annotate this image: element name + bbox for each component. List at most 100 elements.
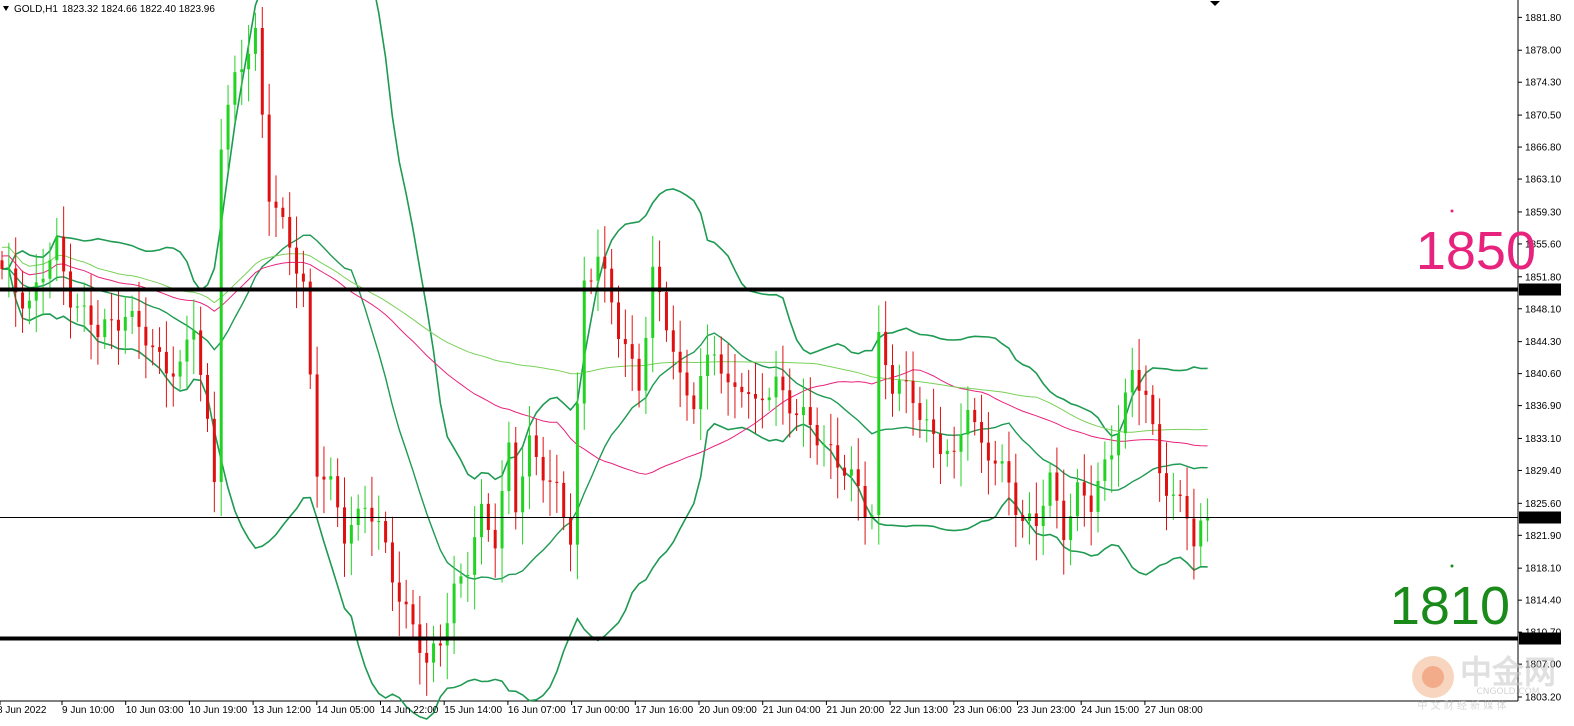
y-tick-label: 1866.80 bbox=[1525, 143, 1562, 154]
candle-body bbox=[247, 53, 251, 70]
candle-body bbox=[1110, 455, 1114, 460]
candle-body bbox=[863, 486, 867, 518]
candle-body bbox=[712, 354, 716, 356]
y-tick-label: 1829.40 bbox=[1525, 466, 1562, 477]
candle-body bbox=[856, 469, 860, 487]
candle-body bbox=[1178, 494, 1182, 496]
x-tick-label: 23 Jun 23:00 bbox=[1018, 705, 1076, 716]
candle-body bbox=[253, 27, 257, 54]
x-tick-label: 15 Jun 14:00 bbox=[444, 705, 502, 716]
candle-body bbox=[1185, 495, 1189, 519]
candle-body bbox=[89, 305, 93, 325]
candle-body bbox=[829, 444, 833, 446]
candle-body bbox=[507, 442, 511, 492]
candle-body bbox=[781, 376, 785, 391]
candle-body bbox=[980, 422, 984, 443]
candle-body bbox=[815, 424, 819, 446]
candle-body bbox=[0, 260, 4, 269]
price-chart[interactable]: 1850.371823.961810.01 1881.801878.001874… bbox=[0, 0, 1574, 726]
candle-body bbox=[719, 354, 723, 374]
candle-body bbox=[267, 114, 271, 202]
candle-body bbox=[110, 319, 114, 321]
candle-body bbox=[754, 394, 757, 399]
lower-level-label: 1810 bbox=[1390, 576, 1510, 636]
candle-body bbox=[432, 643, 436, 663]
candle-body bbox=[1137, 369, 1141, 391]
y-tick-label: 1878.00 bbox=[1525, 46, 1562, 57]
candle-body bbox=[699, 376, 703, 410]
candle-body bbox=[377, 521, 381, 523]
candle-body bbox=[55, 236, 59, 261]
y-tick-label: 1818.10 bbox=[1525, 564, 1562, 575]
candle-body bbox=[1151, 394, 1155, 425]
candle-body bbox=[740, 386, 744, 393]
candle-body bbox=[445, 623, 449, 646]
candle-body bbox=[966, 409, 970, 435]
y-tick-label: 1848.10 bbox=[1525, 304, 1562, 315]
candle-body bbox=[41, 278, 45, 283]
price-tag-label: 1823.96 bbox=[1522, 513, 1559, 524]
candle-body bbox=[315, 374, 319, 477]
candle-body bbox=[596, 256, 600, 281]
candle-body bbox=[260, 27, 264, 115]
candle-body bbox=[206, 374, 209, 419]
candle-body bbox=[1000, 461, 1004, 464]
candle-body bbox=[774, 376, 778, 398]
candle-body bbox=[671, 330, 675, 352]
candle-body bbox=[363, 507, 367, 509]
candle-body bbox=[486, 503, 490, 530]
candle-body bbox=[288, 216, 292, 248]
candle-body bbox=[480, 503, 483, 538]
candle-body bbox=[623, 339, 627, 345]
candle-body bbox=[123, 316, 127, 331]
candle-body bbox=[630, 344, 634, 359]
candle-body bbox=[96, 324, 100, 338]
candle-body bbox=[891, 365, 894, 394]
candle-body bbox=[185, 339, 189, 362]
watermark-site: CNGOLD.COM bbox=[1476, 687, 1539, 697]
y-tick-label: 1836.90 bbox=[1525, 401, 1562, 412]
candle-body bbox=[1165, 473, 1168, 496]
x-tick-label: 9 Jun 10:00 bbox=[62, 705, 115, 716]
candle-body bbox=[527, 435, 531, 477]
price-tag-label: 1850.37 bbox=[1522, 285, 1559, 296]
candle-body bbox=[281, 207, 285, 217]
candle-body bbox=[425, 652, 429, 663]
candle-body bbox=[1014, 482, 1018, 515]
candle-body bbox=[904, 380, 908, 382]
y-tick-label: 1859.30 bbox=[1525, 207, 1562, 218]
ohlc-values: 1823.32 1824.66 1822.40 1823.96 bbox=[62, 4, 215, 15]
x-tick-label: 24 Jun 15:00 bbox=[1081, 705, 1139, 716]
candle-body bbox=[1117, 433, 1121, 456]
candle-body bbox=[843, 467, 847, 476]
candle-body bbox=[27, 300, 31, 309]
candle-body bbox=[48, 260, 52, 279]
y-tick-label: 1840.60 bbox=[1525, 369, 1562, 380]
candle-body bbox=[733, 382, 737, 387]
candle-body bbox=[541, 456, 545, 481]
candle-body bbox=[301, 273, 305, 282]
candle-body bbox=[21, 292, 25, 309]
x-tick-label: 14 Jun 05:00 bbox=[317, 705, 375, 716]
x-tick-label: 10 Jun 19:00 bbox=[189, 705, 247, 716]
candle-body bbox=[1055, 472, 1059, 501]
x-tick-label: 22 Jun 13:00 bbox=[890, 705, 948, 716]
candle-body bbox=[116, 319, 120, 331]
candle-body bbox=[973, 409, 977, 423]
candle-body bbox=[82, 305, 86, 307]
candle-body bbox=[349, 524, 353, 544]
candle-body bbox=[945, 450, 949, 455]
symbol-timeframe: GOLD,H1 bbox=[14, 4, 58, 15]
candle-body bbox=[151, 345, 155, 348]
y-tick-label: 1844.30 bbox=[1525, 337, 1562, 348]
candle-body bbox=[678, 351, 682, 373]
candle-body bbox=[308, 281, 312, 375]
candle-body bbox=[500, 491, 504, 549]
candle-body bbox=[603, 256, 607, 269]
candle-body bbox=[178, 361, 182, 377]
candle-body bbox=[466, 574, 470, 577]
candle-body bbox=[644, 337, 648, 391]
candle-body bbox=[473, 537, 477, 575]
y-tick-label: 1874.30 bbox=[1525, 78, 1562, 89]
candle-body bbox=[171, 373, 175, 377]
